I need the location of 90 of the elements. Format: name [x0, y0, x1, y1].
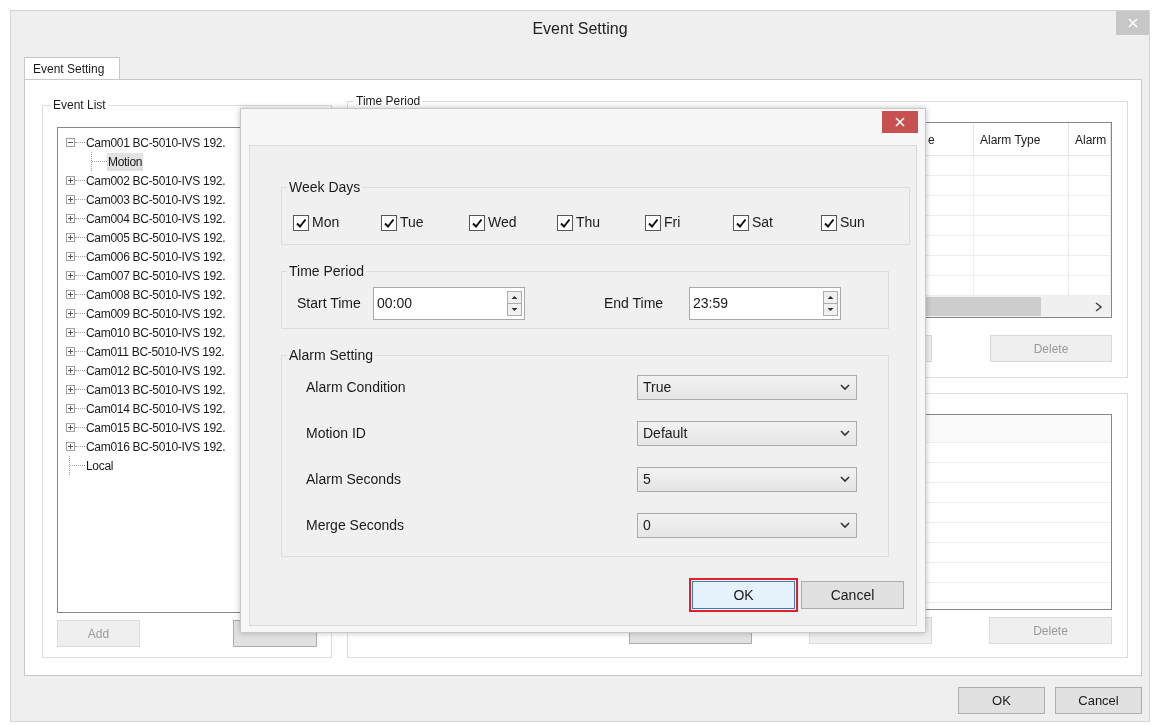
chevron-down-icon: [840, 430, 850, 437]
button[interactable]: OK: [692, 581, 795, 609]
tree-item[interactable]: Cam009 BC-5010-IVS 192.: [85, 304, 227, 323]
expand-icon[interactable]: [66, 252, 75, 261]
expand-icon[interactable]: [66, 176, 75, 185]
checkbox[interactable]: [469, 214, 485, 231]
tree-item[interactable]: Cam003 BC-5010-IVS 192.: [85, 190, 227, 209]
checkbox-label: Mon: [312, 213, 340, 232]
button[interactable]: Cancel: [801, 581, 904, 609]
tree-item[interactable]: Cam010 BC-5010-IVS 192.: [85, 323, 227, 342]
check-icon: [295, 216, 307, 229]
expand-icon[interactable]: [66, 423, 75, 432]
expand-icon[interactable]: [66, 347, 75, 356]
tree-item[interactable]: Cam008 BC-5010-IVS 192.: [85, 285, 227, 304]
expand-icon[interactable]: [66, 442, 75, 451]
checkbox-label: Fri: [664, 213, 681, 232]
tree-item[interactable]: Cam007 BC-5010-IVS 192.: [85, 266, 227, 285]
dropdown[interactable]: Default: [637, 421, 857, 446]
expand-icon[interactable]: [66, 214, 75, 223]
chevron-down-icon: [840, 476, 850, 483]
dropdown[interactable]: 5: [637, 467, 857, 492]
check-icon: [735, 216, 747, 229]
tree-item[interactable]: Cam016 BC-5010-IVS 192.: [85, 437, 227, 456]
tree-item[interactable]: Cam002 BC-5010-IVS 192.: [85, 171, 227, 190]
checkbox[interactable]: [293, 214, 309, 231]
dropdown[interactable]: 0: [637, 513, 857, 538]
expand-icon[interactable]: [66, 366, 75, 375]
close-icon: [895, 117, 905, 127]
time-spinner[interactable]: 23:59: [689, 287, 841, 320]
spin-arrows-icon: [507, 291, 522, 316]
column-header[interactable]: Alarm: [1069, 123, 1111, 156]
tree-item[interactable]: Cam001 BC-5010-IVS 192.: [85, 133, 227, 152]
tree-item[interactable]: Local: [85, 456, 115, 475]
time-spinner[interactable]: 00:00: [373, 287, 525, 320]
checkbox-label: Thu: [576, 213, 601, 232]
expand-icon[interactable]: [66, 233, 75, 242]
checkbox[interactable]: [557, 214, 573, 231]
field-label: Motion ID: [306, 424, 367, 443]
tree-item[interactable]: Cam015 BC-5010-IVS 192.: [85, 418, 227, 437]
window-title: Event Setting: [532, 19, 628, 39]
tree-item[interactable]: Cam011 BC-5010-IVS 192.: [85, 342, 226, 361]
expand-icon[interactable]: [66, 404, 75, 413]
tab[interactable]: Event Setting: [24, 57, 120, 79]
checkbox-label: Sun: [840, 213, 865, 232]
chevron-down-icon: [840, 384, 850, 391]
expand-icon[interactable]: [66, 385, 75, 394]
expand-icon[interactable]: [66, 290, 75, 299]
checkbox-label: Tue: [400, 213, 424, 232]
check-icon: [823, 216, 835, 229]
group-title: Week Days: [288, 178, 362, 197]
tree-item[interactable]: Motion: [107, 152, 144, 171]
field-label: Alarm Seconds: [306, 470, 402, 489]
checkbox-label: Sat: [752, 213, 773, 232]
check-icon: [471, 216, 483, 229]
field-label: Alarm Condition: [306, 378, 407, 397]
checkbox-label: Wed: [488, 213, 517, 232]
group-title: Time Period: [288, 262, 365, 281]
expand-icon[interactable]: [66, 309, 75, 318]
spin-arrows-icon: [823, 291, 838, 316]
tree-item[interactable]: Cam014 BC-5010-IVS 192.: [85, 399, 227, 418]
column-header[interactable]: Alarm Type: [974, 123, 1069, 156]
tree-item[interactable]: Cam004 BC-5010-IVS 192.: [85, 209, 227, 228]
tree-item[interactable]: Cam005 BC-5010-IVS 192.: [85, 228, 227, 247]
group-title: Event List: [52, 97, 107, 114]
checkbox[interactable]: [645, 214, 661, 231]
group-title: Alarm Setting: [288, 346, 375, 365]
tree-item[interactable]: Cam012 BC-5010-IVS 192.: [85, 361, 227, 380]
field-label: End Time: [604, 294, 665, 313]
expand-icon[interactable]: [66, 328, 75, 337]
field-label: Merge Seconds: [306, 516, 406, 535]
checkbox[interactable]: [733, 214, 749, 231]
tree-item[interactable]: Cam013 BC-5010-IVS 192.: [85, 380, 227, 399]
tree-item[interactable]: Cam006 BC-5010-IVS 192.: [85, 247, 227, 266]
field-label: Start Time: [297, 294, 362, 313]
check-icon: [559, 216, 571, 229]
button[interactable]: Cancel: [1055, 687, 1142, 714]
dropdown[interactable]: True: [637, 375, 857, 400]
close-button[interactable]: [882, 111, 918, 133]
close-icon: [1127, 18, 1138, 28]
scroll-right-icon[interactable]: [1095, 301, 1102, 312]
checkbox[interactable]: [821, 214, 837, 231]
chevron-down-icon: [840, 522, 850, 529]
group-title: Time Period: [355, 96, 422, 107]
check-icon: [383, 216, 395, 229]
collapse-icon[interactable]: [66, 138, 75, 147]
check-icon: [647, 216, 659, 229]
checkbox[interactable]: [381, 214, 397, 231]
expand-icon[interactable]: [66, 195, 75, 204]
button[interactable]: OK: [958, 687, 1045, 714]
expand-icon[interactable]: [66, 271, 75, 280]
